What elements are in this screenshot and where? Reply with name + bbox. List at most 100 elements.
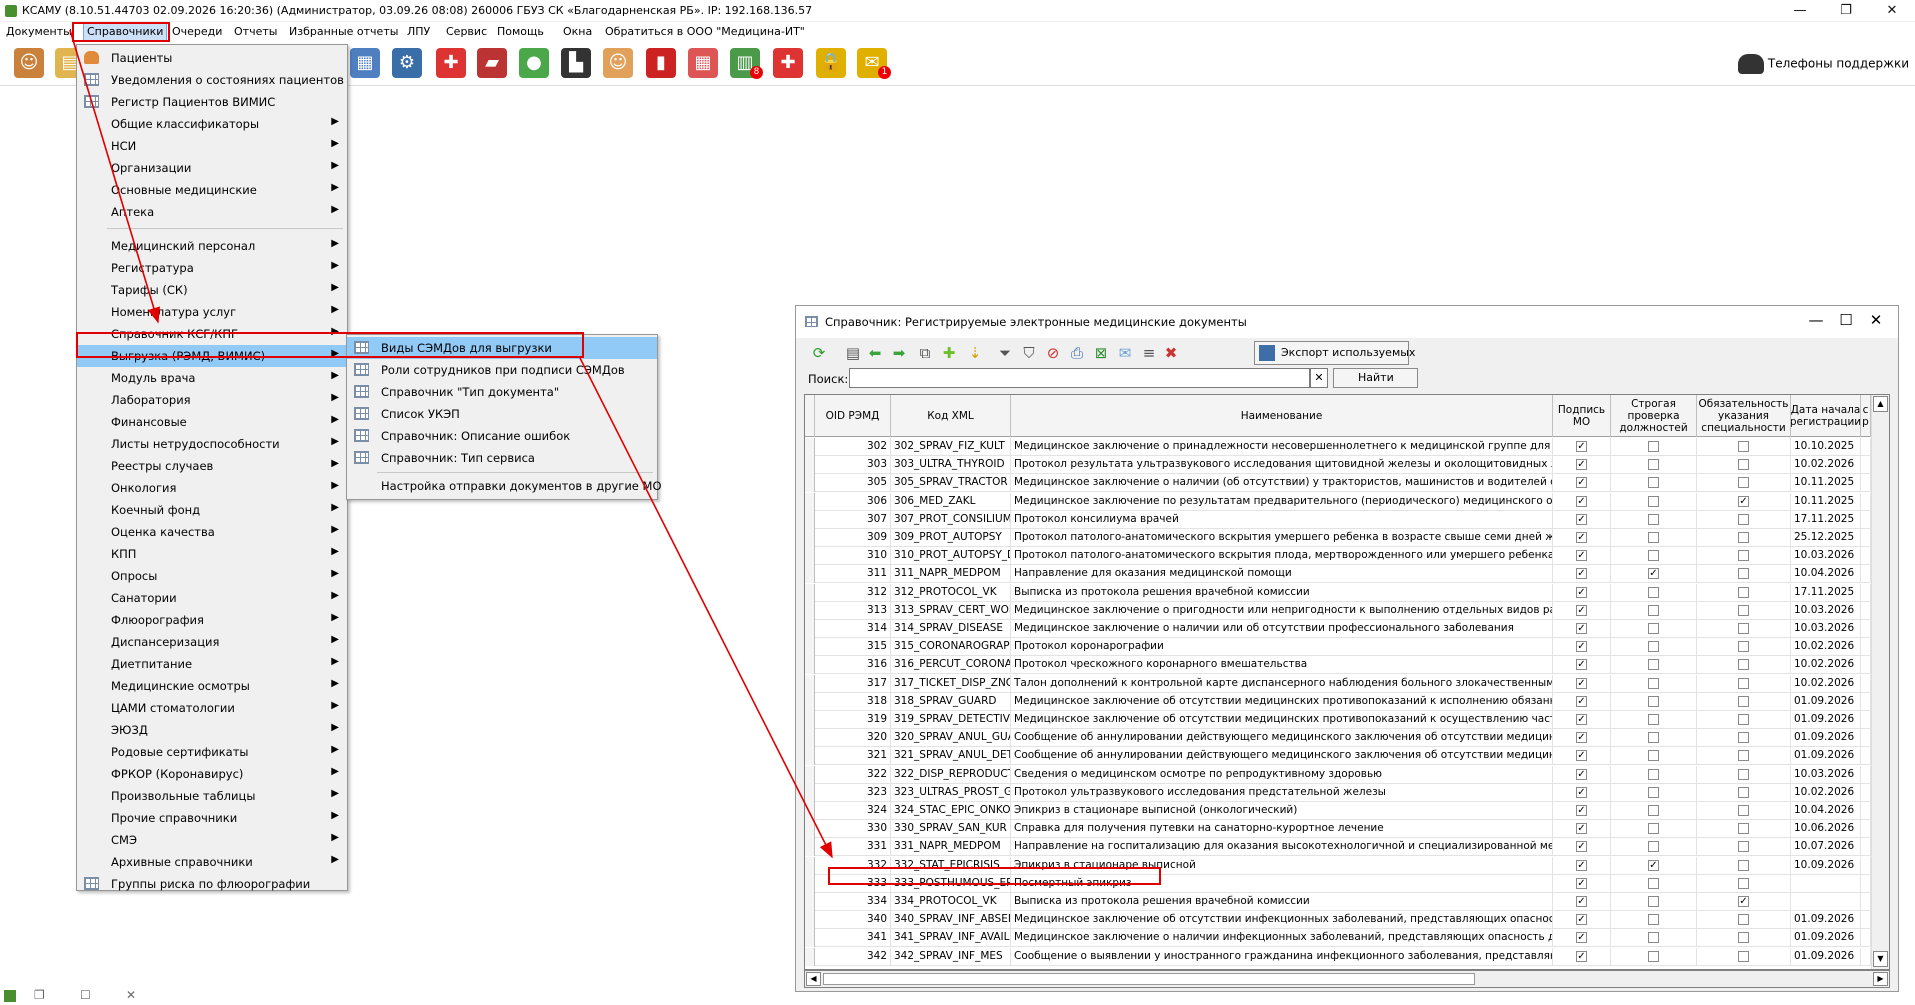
export-used-button[interactable]: Экспорт используемых xyxy=(1254,341,1415,365)
table-row[interactable]: 340340_SPRAV_INF_ABSENCEМедицинское закл… xyxy=(805,911,1889,930)
checkbox[interactable]: ✓ xyxy=(1576,532,1587,543)
menu-item[interactable]: ЦАМИ стоматологии ▶ xyxy=(77,697,347,719)
journal-icon[interactable]: ▮ xyxy=(646,48,676,78)
menu-item[interactable]: Медицинские осмотры ▶ xyxy=(77,675,347,697)
checkbox[interactable] xyxy=(1738,604,1749,616)
search-input[interactable] xyxy=(849,368,1310,388)
checkbox[interactable] xyxy=(1738,823,1749,835)
menu-7[interactable]: Помощь xyxy=(497,25,544,38)
table-row[interactable]: 324 324_STAC_EPIC_ONKO Эпикриз в стационар… xyxy=(805,802,1889,820)
checkbox[interactable]: ✓ xyxy=(1576,932,1587,944)
checkbox[interactable] xyxy=(1738,586,1749,598)
table-row[interactable]: 320320_SPRAV_ANUL_GUARDСообщение об анну… xyxy=(805,729,1889,748)
checkbox[interactable] xyxy=(1738,695,1749,707)
checkbox[interactable] xyxy=(1648,659,1659,671)
submenu-item[interactable]: Виды СЭМДов для выгрузки xyxy=(347,337,657,359)
menu-item[interactable]: Листы нетрудоспособности ▶ xyxy=(77,433,347,455)
menu-0[interactable]: Документы xyxy=(6,25,72,38)
menu-item[interactable]: Реестры случаев ▶ xyxy=(77,455,347,477)
menu-8[interactable]: Окна xyxy=(563,25,592,38)
menu-item[interactable]: Диспансеризация ▶ xyxy=(77,631,347,653)
doctor-icon[interactable]: ☺ xyxy=(14,48,44,78)
menu-item[interactable]: Медицинский персонал ▶ xyxy=(77,235,347,257)
menu-item[interactable]: Группы риска по флюорографии xyxy=(77,873,347,895)
checkbox[interactable] xyxy=(1738,950,1749,962)
submenu-item[interactable]: Справочник: Описание ошибок xyxy=(347,425,657,447)
checkbox[interactable] xyxy=(1738,641,1749,653)
checkbox[interactable] xyxy=(1648,805,1659,816)
menu-item[interactable]: Общие классификаторы ▶ xyxy=(77,113,347,135)
find-button[interactable]: Найти xyxy=(1333,368,1418,388)
menu-item[interactable]: ФРКОР (Коронавирус) ▶ xyxy=(77,763,347,785)
checkbox[interactable]: ✓ xyxy=(1738,896,1749,907)
menu-item[interactable]: ЭЮЗД ▶ xyxy=(77,719,347,741)
close-icon[interactable]: ✕ xyxy=(126,988,136,1002)
checkbox[interactable]: ✓ xyxy=(1576,441,1587,452)
table-row[interactable]: 313 313_SPRAV_CERT_WORK Медицинское заключ… xyxy=(805,601,1889,620)
vertical-scrollbar[interactable]: ▲ ▼ xyxy=(1871,395,1889,969)
menu-item[interactable]: Организации ▶ xyxy=(77,157,347,179)
horizontal-scrollbar[interactable]: ◀ ▶ xyxy=(804,970,1890,988)
checkbox[interactable] xyxy=(1738,623,1749,634)
medical-card-icon[interactable]: ✚ xyxy=(436,48,466,78)
checkbox[interactable]: ✓ xyxy=(1576,714,1587,725)
support-phones[interactable]: Телефоны поддержки xyxy=(1737,54,1909,74)
checkbox[interactable]: ✓ xyxy=(1576,477,1587,489)
checkbox[interactable]: ✓ xyxy=(1576,550,1587,562)
mail-icon[interactable]: ✉ xyxy=(1114,343,1136,363)
menu-item[interactable]: НСИ ▶ xyxy=(77,135,347,157)
table-row[interactable]: 318 318_SPRAV_GUARD Медицинское заключение… xyxy=(805,692,1889,711)
checkbox[interactable]: ✓ xyxy=(1576,841,1587,853)
checkbox[interactable] xyxy=(1648,495,1659,507)
checkbox[interactable] xyxy=(1648,750,1659,762)
refresh-icon[interactable]: ⟳ xyxy=(808,343,830,363)
checkbox[interactable] xyxy=(1648,695,1659,707)
checkbox[interactable]: ✓ xyxy=(1738,495,1749,507)
column-header[interactable]: Обязательность указания специальности xyxy=(1697,395,1791,437)
menu-item[interactable]: Опросы ▶ xyxy=(77,565,347,587)
checkbox[interactable] xyxy=(1738,459,1749,471)
scroll-right-icon[interactable]: ▶ xyxy=(1873,972,1888,986)
books-icon[interactable]: ▰ xyxy=(477,48,507,78)
checkbox[interactable]: ✓ xyxy=(1576,659,1587,671)
menu-item[interactable]: Произвольные таблицы ▶ xyxy=(77,785,347,807)
checkbox[interactable] xyxy=(1738,441,1749,452)
checkbox[interactable] xyxy=(1648,786,1659,798)
lab-icon[interactable]: ⚙ xyxy=(392,48,422,78)
menu-item[interactable]: Флюорография ▶ xyxy=(77,609,347,631)
checkbox[interactable] xyxy=(1648,586,1659,598)
clear-search-button[interactable]: ✕ xyxy=(1310,368,1328,388)
table-row[interactable]: 331 331_NAPR_MEDPOM Направление на госпита… xyxy=(805,838,1889,857)
checkbox[interactable] xyxy=(1648,604,1659,616)
menu-item[interactable]: КПП ▶ xyxy=(77,543,347,565)
checkbox[interactable]: ✓ xyxy=(1576,805,1587,816)
checkbox[interactable] xyxy=(1648,677,1659,689)
close-button[interactable]: ✕ xyxy=(1856,311,1896,329)
table-row[interactable]: 311 311_NAPR_MEDPOM Направление для оказан… xyxy=(805,565,1889,584)
checkbox[interactable] xyxy=(1648,932,1659,944)
menu-item[interactable]: Справочник КСГ/КПГ ▶ xyxy=(77,323,347,345)
checkbox[interactable]: ✓ xyxy=(1576,677,1587,689)
checkbox[interactable]: ✓ xyxy=(1576,823,1587,835)
checkbox[interactable] xyxy=(1648,441,1659,452)
restore-icon[interactable]: ❐ xyxy=(34,988,45,1002)
checkbox[interactable]: ✓ xyxy=(1576,732,1587,744)
checkbox[interactable] xyxy=(1648,532,1659,543)
menu-item[interactable]: Модуль врача ▶ xyxy=(77,367,347,389)
submenu-item[interactable]: Справочник "Тип документа" xyxy=(347,381,657,403)
checkbox[interactable]: ✓ xyxy=(1648,568,1659,580)
submenu-item[interactable]: Настройка отправки документов в другие М… xyxy=(347,475,662,497)
table-row[interactable]: 319 319_SPRAV_DETECTIVE Медицинское заключ… xyxy=(805,711,1889,729)
checkbox[interactable]: ✓ xyxy=(1576,786,1587,798)
menu-item[interactable]: Онкология ▶ xyxy=(77,477,347,499)
menu-3[interactable]: Отчеты xyxy=(234,25,277,38)
menu-5[interactable]: ЛПУ xyxy=(407,25,430,38)
table-row[interactable]: 310 310_PROT_AUTOPSY_D Протокол патолого-а… xyxy=(805,547,1889,566)
add-icon[interactable]: ✚ xyxy=(938,343,960,363)
checkbox[interactable] xyxy=(1648,732,1659,744)
checkbox[interactable]: ✓ xyxy=(1576,568,1587,580)
checkbox[interactable]: ✓ xyxy=(1576,641,1587,653)
drop-icon[interactable]: ● xyxy=(519,48,549,78)
column-header[interactable]: Наименование xyxy=(1011,395,1553,437)
menu-6[interactable]: Сервис xyxy=(446,25,487,38)
